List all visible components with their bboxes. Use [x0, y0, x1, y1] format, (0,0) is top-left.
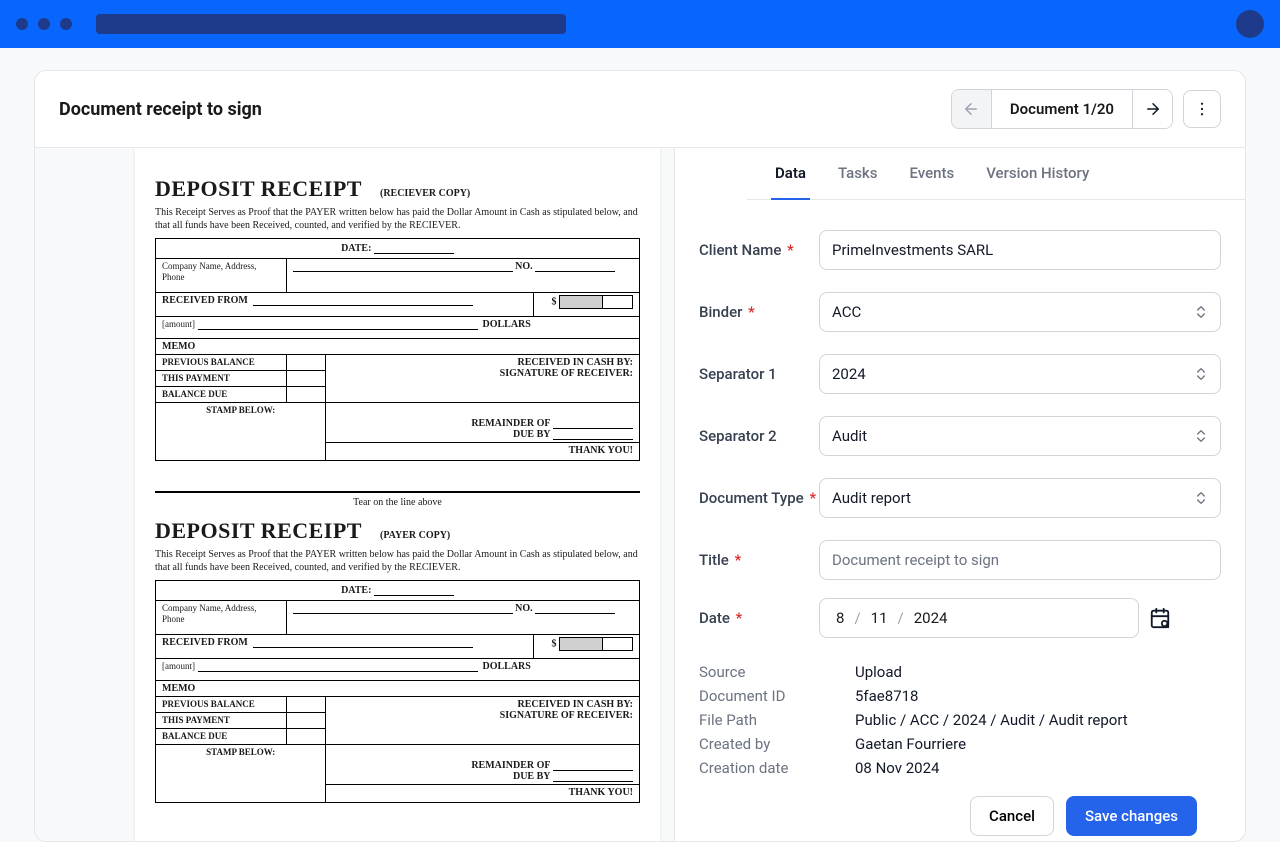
tab-tasks[interactable]: Tasks	[834, 148, 882, 200]
receipt-title: DEPOSIT RECEIPT	[155, 176, 362, 202]
calendar-icon[interactable]	[1149, 607, 1171, 629]
url-bar[interactable]	[96, 14, 566, 34]
meta-value-document-id: 5fae8718	[855, 687, 918, 705]
browser-chrome	[0, 0, 1280, 48]
traffic-lights	[16, 18, 72, 30]
client-name-label: Client Name *	[699, 241, 819, 259]
meta-label-created-by: Created by	[699, 735, 855, 753]
document-pager: Document 1/20	[951, 89, 1173, 129]
pager-prev-button[interactable]	[952, 90, 992, 128]
date-label: Date *	[699, 609, 819, 627]
tab-version-history[interactable]: Version History	[982, 148, 1093, 200]
receipt-receiver-copy: DEPOSIT RECEIPT (RECIEVER COPY) This Rec…	[155, 176, 640, 461]
panel-header: Document receipt to sign Document 1/20	[35, 71, 1245, 148]
date-input[interactable]: 8 / 11 / 2024	[819, 598, 1139, 638]
tab-data[interactable]: Data	[771, 148, 810, 200]
cancel-button[interactable]: Cancel	[970, 796, 1054, 836]
traffic-light-close[interactable]	[16, 18, 28, 30]
metadata-section: SourceUpload Document ID5fae8718 File Pa…	[699, 660, 1221, 780]
meta-label-file-path: File Path	[699, 711, 855, 729]
meta-value-file-path: Public / ACC / 2024 / Audit / Audit repo…	[855, 711, 1128, 729]
document-page: DEPOSIT RECEIPT (RECIEVER COPY) This Rec…	[135, 148, 660, 841]
document-type-select[interactable]: Audit report	[819, 478, 1221, 518]
meta-value-source: Upload	[855, 663, 902, 681]
title-input[interactable]	[819, 540, 1221, 580]
receipt-desc: This Receipt Serves as Proof that the PA…	[155, 206, 640, 232]
footer-buttons: Cancel Save changes	[699, 780, 1221, 840]
document-preview-pane[interactable]: DEPOSIT RECEIPT (RECIEVER COPY) This Rec…	[35, 148, 675, 841]
arrow-left-icon	[962, 100, 980, 118]
main-panel: Document receipt to sign Document 1/20	[34, 70, 1246, 842]
pager-next-button[interactable]	[1132, 90, 1172, 128]
client-name-input[interactable]	[819, 230, 1221, 270]
pager-label: Document 1/20	[992, 90, 1132, 128]
arrow-right-icon	[1144, 100, 1162, 118]
traffic-light-minimize[interactable]	[38, 18, 50, 30]
tab-events[interactable]: Events	[905, 148, 958, 200]
separator1-select[interactable]: 2024	[819, 354, 1221, 394]
meta-label-creation-date: Creation date	[699, 759, 855, 777]
receipt-payer-copy: DEPOSIT RECEIPT (PAYER COPY) This Receip…	[155, 518, 640, 803]
separator1-label: Separator 1	[699, 365, 819, 383]
separator2-select[interactable]: Audit	[819, 416, 1221, 456]
traffic-light-maximize[interactable]	[60, 18, 72, 30]
separator2-label: Separator 2	[699, 427, 819, 445]
meta-label-source: Source	[699, 663, 855, 681]
tabs: Data Tasks Events Version History	[747, 148, 1245, 200]
more-vertical-icon	[1193, 100, 1211, 118]
binder-label: Binder *	[699, 303, 819, 321]
receipt-subtitle-payer: (PAYER COPY)	[380, 530, 450, 541]
save-changes-button[interactable]: Save changes	[1066, 796, 1197, 836]
page-title: Document receipt to sign	[59, 99, 262, 120]
meta-value-created-by: Gaetan Fourriere	[855, 735, 966, 753]
profile-avatar[interactable]	[1236, 10, 1264, 38]
form-area: Client Name * Binder * ACC Sep	[675, 200, 1245, 841]
more-options-button[interactable]	[1183, 90, 1221, 128]
meta-label-document-id: Document ID	[699, 687, 855, 705]
metadata-panel: Data Tasks Events Version History Client…	[675, 148, 1245, 841]
tear-instruction: Tear on the line above	[155, 497, 640, 508]
receipt-subtitle-receiver: (RECIEVER COPY)	[380, 188, 470, 199]
document-type-label: Document Type *	[699, 489, 819, 507]
meta-value-creation-date: 08 Nov 2024	[855, 759, 939, 777]
title-label: Title *	[699, 551, 819, 569]
binder-select[interactable]: ACC	[819, 292, 1221, 332]
